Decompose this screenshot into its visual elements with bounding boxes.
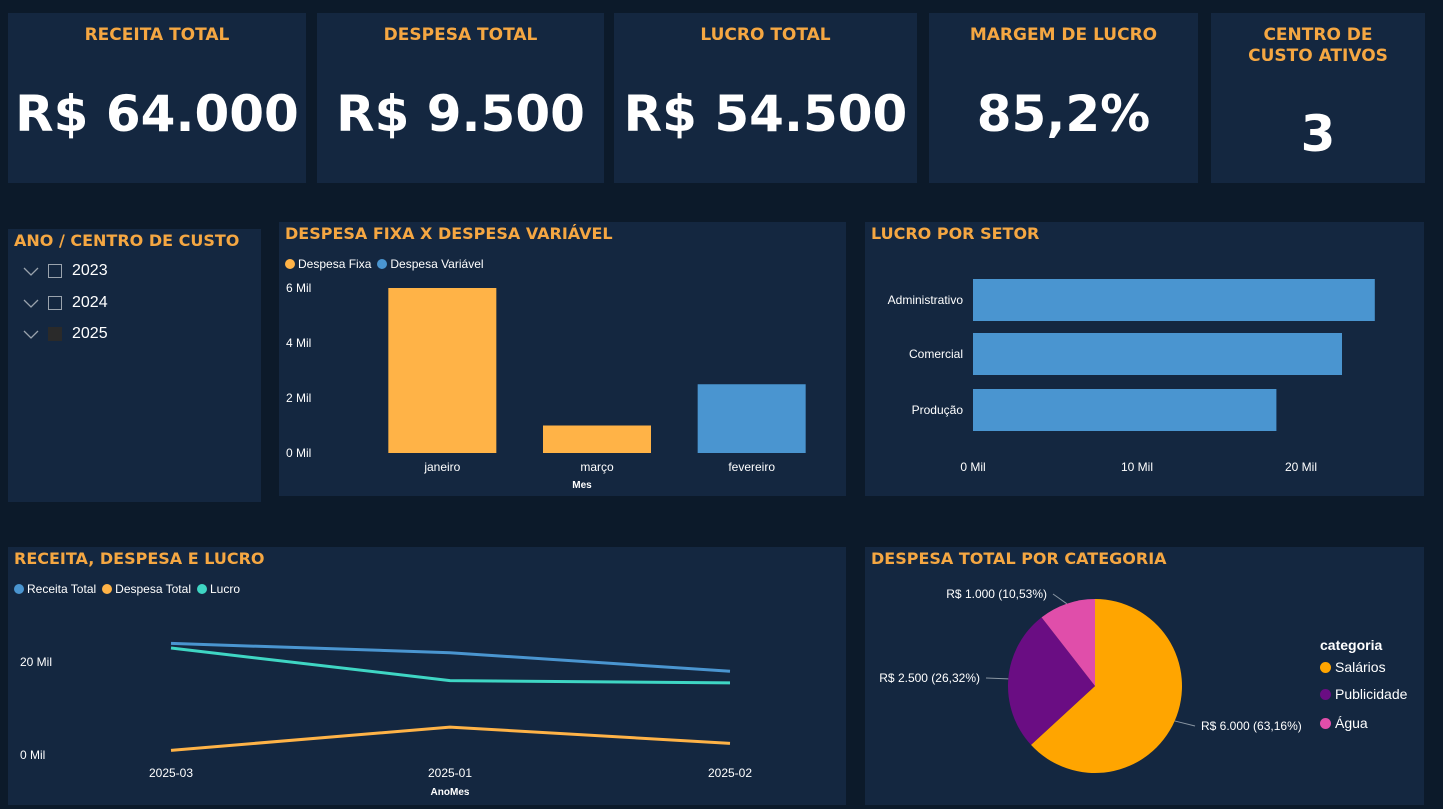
x-tick-label: fevereiro: [728, 460, 775, 474]
legend-label: Água: [1335, 715, 1368, 731]
x-tick-label: 2025-01: [428, 766, 472, 780]
x-tick-label: março: [580, 460, 614, 474]
chevron-down-icon[interactable]: [22, 325, 40, 343]
y-tick-label: 6 Mil: [286, 281, 311, 295]
bar: [973, 333, 1342, 375]
legend-dot: [1320, 688, 1331, 700]
bar: [973, 279, 1375, 321]
kpi-title: RECEITA TOTAL: [84, 25, 230, 45]
legend-item: Água: [1320, 715, 1368, 731]
kpi-card-margem: MARGEM DE LUCRO 85,2%: [929, 13, 1198, 183]
kpi-value: R$ 9.500: [336, 85, 585, 143]
y-tick-label: 4 Mil: [286, 336, 311, 350]
x-tick-label: janeiro: [423, 460, 460, 474]
y-tick-label: 2 Mil: [286, 391, 311, 405]
slicer-item-2023[interactable]: 2023: [22, 259, 108, 283]
bar: [697, 384, 806, 453]
leader-line: [1174, 720, 1196, 727]
hbar-chart: Administrativo Comercial Produção 0 Mil 10 M…: [888, 279, 1375, 474]
bar-chart: 0 Mil 2 Mil 4 Mil 6 Mil janeiro março fevereir…: [286, 281, 806, 491]
legend-dot: [1320, 717, 1331, 729]
y-tick-label: 20 Mil: [20, 655, 52, 669]
legend-item: Publicidade: [1320, 686, 1407, 702]
bar: [543, 425, 651, 453]
chart-despesa-por-categoria: DESPESA TOTAL POR CATEGORIA R$ 6.000 (63…: [865, 547, 1424, 805]
data-label: R$ 1.000 (10,53%): [946, 587, 1047, 601]
x-tick-label: 0 Mil: [960, 460, 985, 474]
bar: [973, 389, 1277, 431]
kpi-card-receita: RECEITA TOTAL R$ 64.000: [8, 13, 306, 183]
slicer-item-label: 2025: [72, 325, 108, 342]
y-tick-label: Produção: [912, 403, 964, 417]
series-line: [170, 725, 731, 752]
kpi-title: DESPESA TOTAL: [383, 25, 538, 45]
slicer-item-2024[interactable]: 2024: [22, 291, 108, 315]
y-tick-label: 0 Mil: [20, 748, 45, 762]
slicer-panel: ANO / CENTRO DE CUSTO 2023 2024 2025: [8, 229, 261, 502]
x-tick-label: 2025-02: [708, 766, 752, 780]
y-tick-label: Comercial: [909, 347, 963, 361]
slicer-title: ANO / CENTRO DE CUSTO: [14, 231, 240, 250]
leader-line: [985, 677, 1009, 680]
legend-item: Salários: [1320, 659, 1386, 675]
slicer-item-2025[interactable]: 2025: [22, 322, 108, 346]
x-tick-label: 2025-03: [149, 766, 193, 780]
slicer-item-label: 2023: [72, 262, 108, 279]
chart-receita-despesa-lucro: RECEITA, DESPESA E LUCRO Receita Total D…: [8, 547, 846, 805]
kpi-value: 85,2%: [976, 85, 1151, 143]
chevron-down-icon[interactable]: [22, 294, 40, 312]
kpi-card-lucro: LUCRO TOTAL R$ 54.500: [614, 13, 917, 183]
legend-dot: [1320, 661, 1331, 673]
legend-label: Salários: [1335, 659, 1386, 675]
bar: [388, 288, 497, 453]
checkbox[interactable]: [48, 264, 62, 278]
data-label: R$ 2.500 (26,32%): [879, 671, 980, 685]
pie-chart: R$ 6.000 (63,16%) R$ 2.500 (26,32%) R$ 1.0…: [879, 587, 1302, 773]
x-axis-title: AnoMes: [431, 787, 470, 798]
legend-title: categoria: [1320, 637, 1383, 653]
chart-lucro-por-setor: LUCRO POR SETOR Administrativo Comercial P…: [865, 222, 1424, 496]
chevron-down-icon[interactable]: [22, 262, 40, 280]
checkbox-checked[interactable]: [48, 327, 62, 341]
kpi-value: R$ 54.500: [623, 85, 908, 143]
data-label: R$ 6.000 (63,16%): [1201, 719, 1302, 733]
kpi-card-centros: CENTRO DE CUSTO ATIVOS 3: [1211, 13, 1425, 183]
y-tick-label: 0 Mil: [286, 446, 311, 460]
line-chart: 20 Mil 0 Mil 2025-03 2025-01 2025-02 AnoMes: [20, 641, 752, 798]
checkbox[interactable]: [48, 296, 62, 310]
x-axis-title: Mes: [572, 480, 592, 491]
kpi-title: MARGEM DE LUCRO: [969, 25, 1158, 45]
legend-label: Publicidade: [1335, 686, 1408, 702]
y-tick-label: Administrativo: [888, 293, 964, 307]
kpi-title: LUCRO TOTAL: [700, 25, 831, 45]
slicer-item-label: 2024: [72, 294, 108, 311]
kpi-value: 3: [1300, 105, 1336, 163]
x-tick-label: 20 Mil: [1285, 460, 1317, 474]
chart-despesa-fixa-variavel: DESPESA FIXA X DESPESA VARIÁVEL Despesa …: [279, 222, 846, 496]
kpi-title: CENTRO DE CUSTO ATIVOS: [1248, 25, 1388, 66]
kpi-card-despesa: DESPESA TOTAL R$ 9.500: [317, 13, 604, 183]
leader-line: [1052, 593, 1068, 605]
x-tick-label: 10 Mil: [1121, 460, 1153, 474]
kpi-value: R$ 64.000: [15, 85, 299, 143]
